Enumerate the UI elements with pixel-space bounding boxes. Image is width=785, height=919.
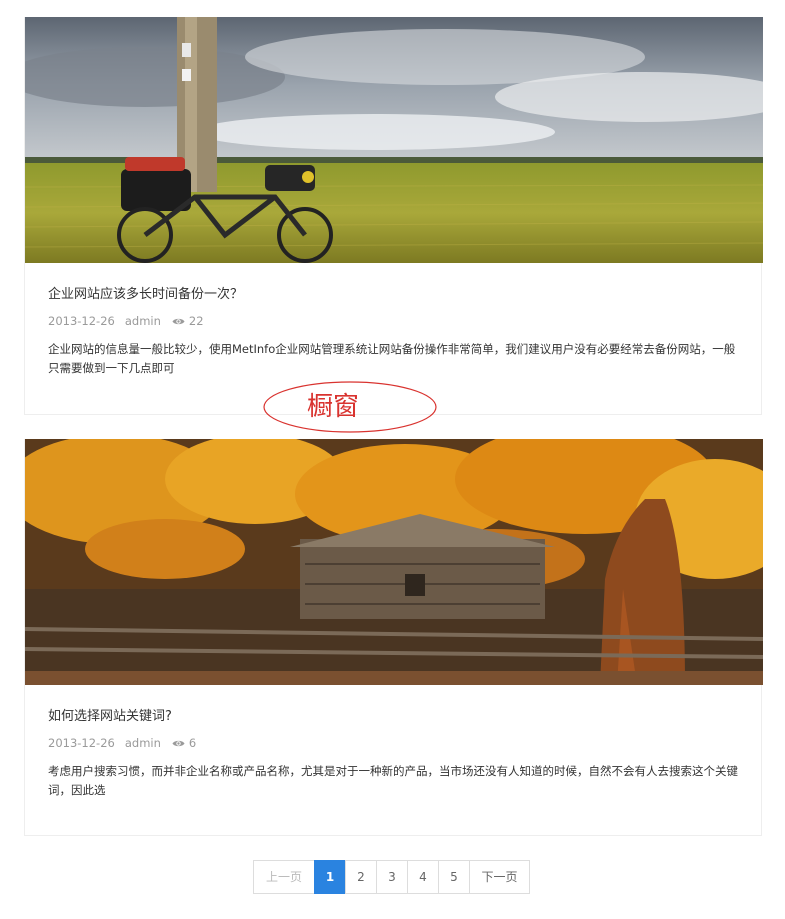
article-views: 6 [172, 735, 196, 751]
page-button-1[interactable]: 1 [314, 860, 346, 894]
article-date: 2013-12-26 [48, 736, 115, 750]
article-card: 企业网站应该多长时间备份一次？ 2013-12-26 admin 22 企业网站… [24, 17, 763, 415]
article-card: 如何选择网站关键词? 2013-12-26 admin 6 考虑用户搜索习惯，而… [24, 439, 763, 836]
article-views: 22 [172, 313, 204, 329]
article-author: admin [124, 736, 161, 750]
eye-icon [172, 740, 185, 746]
article-description: 企业网站的信息量一般比较少，使用MetInfo企业网站管理系统让网站备份操作非常… [48, 342, 736, 375]
article-date: 2013-12-26 [48, 314, 115, 328]
views-count: 22 [188, 314, 204, 328]
next-page-button[interactable]: 下一页 [469, 860, 530, 894]
article-title[interactable]: 如何选择网站关键词? [48, 707, 738, 727]
article-meta: 2013-12-26 admin 22 [48, 313, 738, 329]
eye-icon [172, 318, 185, 324]
page-button-4[interactable]: 4 [407, 860, 439, 894]
page-button-2[interactable]: 2 [345, 860, 377, 894]
article-title[interactable]: 企业网站应该多长时间备份一次？ [48, 285, 738, 305]
article-meta: 2013-12-26 admin 6 [48, 735, 738, 751]
pagination: 上一页 1 2 3 4 5 下一页 [253, 860, 530, 894]
autumn-cabin-image [25, 439, 763, 685]
page-button-3[interactable]: 3 [376, 860, 408, 894]
article-thumbnail-autumn-cabin[interactable] [25, 439, 763, 685]
page-button-5[interactable]: 5 [438, 860, 470, 894]
article-author: admin [124, 314, 161, 328]
article-description: 考虑用户搜索习惯，而并非企业名称或产品名称，尤其是对于一种新的产品，当市场还没有… [48, 764, 738, 797]
views-count: 6 [188, 736, 197, 750]
prev-page-button[interactable]: 上一页 [253, 860, 315, 894]
article-thumbnail-bicycle-field[interactable] [25, 17, 763, 263]
bicycle-field-image [25, 17, 763, 263]
